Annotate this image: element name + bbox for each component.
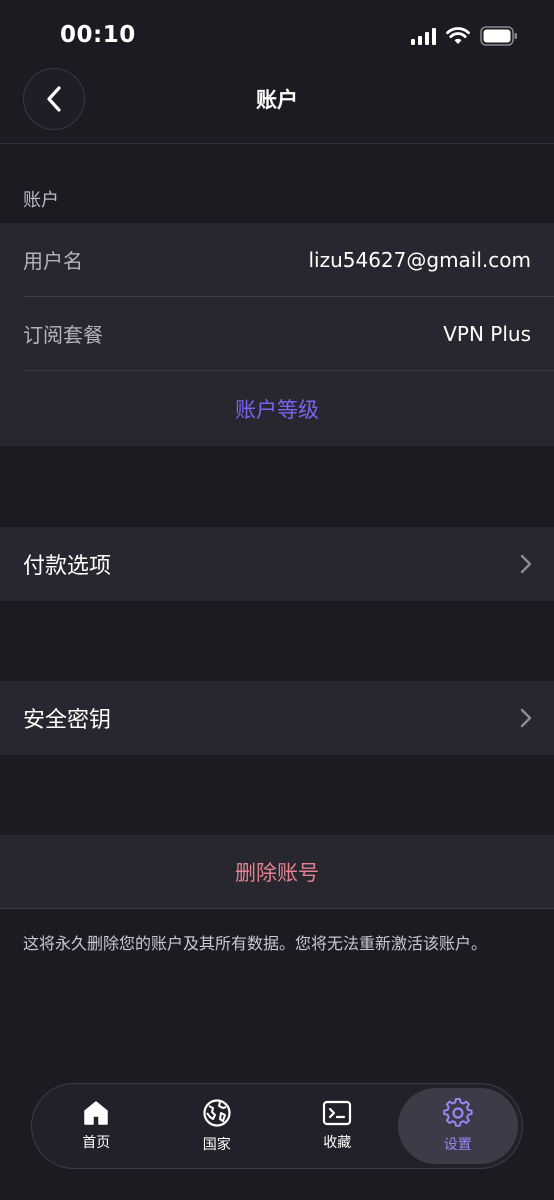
gear-icon (442, 1098, 473, 1127)
home-icon (84, 1101, 108, 1125)
battery-icon (480, 26, 517, 46)
payment-options-label: 付款选项 (23, 554, 112, 579)
tab-countries-label: 国家 (202, 1137, 231, 1153)
cellular-signal-icon (411, 27, 436, 45)
status-time: 00:10 (60, 22, 136, 48)
tab-settings-label: 设置 (443, 1137, 472, 1153)
username-label: 用户名 (23, 249, 83, 273)
tab-countries[interactable]: 国家 (157, 1088, 278, 1164)
username-value: lizu54627@gmail.com (308, 247, 531, 272)
account-card: 用户名 lizu54627@gmail.com 订阅套餐 VPN Plus 账户… (0, 223, 554, 446)
chevron-right-icon (520, 554, 532, 574)
security-keys-row[interactable]: 安全密钥 (0, 681, 554, 755)
terminal-icon (323, 1100, 352, 1126)
chevron-right-icon (520, 708, 532, 728)
payment-options-row[interactable]: 付款选项 (0, 527, 554, 601)
username-row: 用户名 lizu54627@gmail.com (23, 223, 554, 297)
delete-account-button[interactable]: 删除账号 (0, 835, 554, 909)
tab-home-label: 首页 (82, 1135, 111, 1151)
tab-home[interactable]: 首页 (36, 1088, 157, 1164)
plan-label: 订阅套餐 (23, 323, 103, 347)
tab-settings[interactable]: 设置 (397, 1088, 518, 1164)
section-label-account: 账户 (23, 190, 59, 211)
security-keys-label: 安全密钥 (23, 708, 112, 733)
plan-row: 订阅套餐 VPN Plus (23, 297, 554, 371)
header: 账户 (0, 62, 554, 144)
delete-warning-text: 这将永久删除您的账户及其所有数据。您将无法重新激活该账户。 (23, 934, 488, 953)
tab-bar: 首页 国家 收藏 设置 (31, 1083, 523, 1169)
delete-account-label: 删除账号 (235, 860, 319, 885)
tab-favorites[interactable]: 收藏 (277, 1088, 398, 1164)
wifi-icon (446, 27, 470, 44)
status-icons (411, 26, 518, 46)
plan-value: VPN Plus (443, 321, 531, 346)
account-level-link[interactable]: 账户等级 (0, 371, 554, 446)
page-title: 账户 (256, 88, 298, 112)
account-screen: 00:10 账户 账户 用户名 lizu54627@gmail.com 订阅套餐… (0, 0, 554, 1200)
globe-icon (203, 1099, 231, 1127)
tab-favorites-label: 收藏 (323, 1135, 352, 1151)
